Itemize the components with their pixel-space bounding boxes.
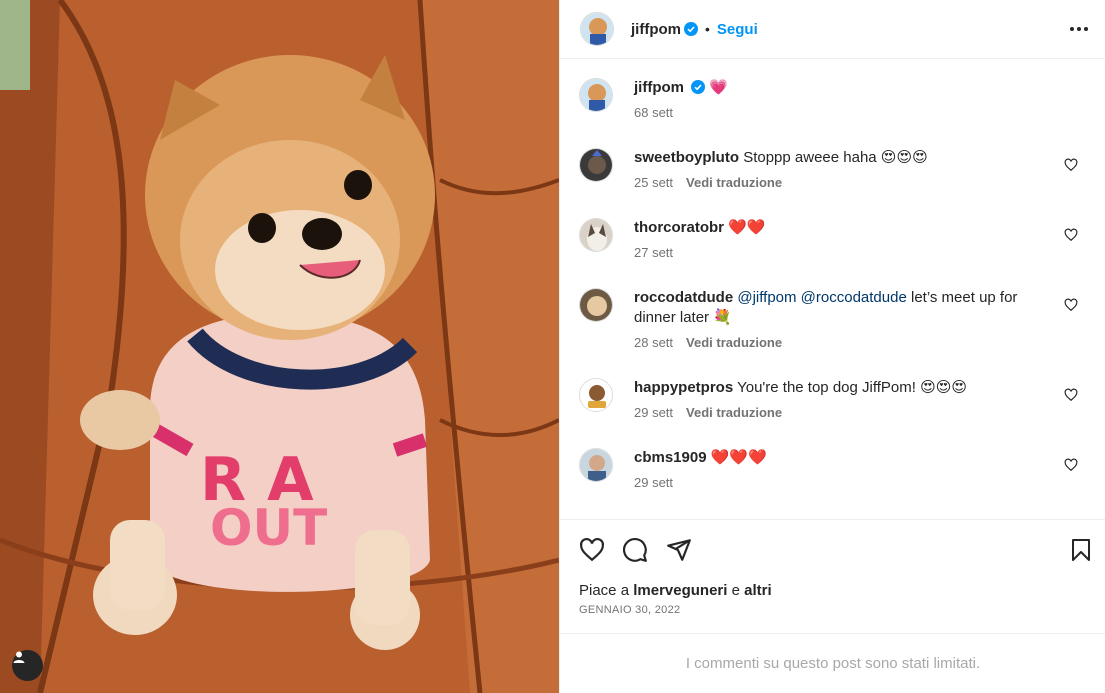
verified-icon <box>684 22 698 36</box>
comment-time[interactable]: 29 sett <box>634 405 673 420</box>
likes-prefix: Piace a <box>579 582 630 599</box>
heart-icon[interactable] <box>1064 298 1078 312</box>
comment-time[interactable]: 68 sett <box>634 105 673 120</box>
svg-text:OUT: OUT <box>210 499 327 557</box>
mention-link[interactable]: @roccodatdude <box>801 289 907 306</box>
comments-list: jiffpom 💗 68 sett sweetboypluto Stoppp a… <box>560 60 1105 518</box>
comment-text: ❤️❤️ <box>728 219 766 236</box>
heart-icon[interactable] <box>1064 228 1078 242</box>
comment-username[interactable]: cbms1909 <box>634 449 707 466</box>
liker-username[interactable]: lmerveguneri <box>633 582 727 599</box>
comment-username[interactable]: roccodatdude <box>634 289 733 306</box>
share-icon[interactable] <box>666 537 692 563</box>
post-actions: Piace a lmerveguneri e altri GENNAIO 30,… <box>560 519 1105 633</box>
comment-icon[interactable] <box>622 537 648 563</box>
avatar[interactable] <box>579 78 613 112</box>
comment-item: thorcoratobr ❤️❤️ 27 sett <box>579 218 1089 263</box>
pomeranian-photo: R A OUT <box>0 0 559 693</box>
heart-icon[interactable] <box>579 537 605 563</box>
comment-time[interactable]: 28 sett <box>634 335 673 350</box>
comment-username[interactable]: thorcoratobr <box>634 219 724 236</box>
comment-item: cbms1909 ❤️❤️❤️ 29 sett <box>579 448 1089 493</box>
post-author[interactable]: jiffpom <box>631 21 681 38</box>
more-icon[interactable] <box>1069 19 1089 39</box>
comment-time[interactable]: 29 sett <box>634 475 673 490</box>
mention-link[interactable]: @jiffpom <box>737 289 796 306</box>
comment-item: sweetboypluto Stoppp aweee haha 😍😍😍 25 s… <box>579 148 1089 193</box>
comment-item: happypetpros You're the top dog JiffPom!… <box>579 378 1089 423</box>
caption: jiffpom 💗 68 sett <box>579 78 1089 123</box>
translate-link[interactable]: Vedi traduzione <box>686 335 782 350</box>
translate-link[interactable]: Vedi traduzione <box>686 405 782 420</box>
comment-username[interactable]: happypetpros <box>634 379 733 396</box>
post-date[interactable]: GENNAIO 30, 2022 <box>579 604 680 616</box>
heart-icon[interactable] <box>1064 388 1078 402</box>
avatar[interactable] <box>580 12 614 46</box>
avatar[interactable] <box>579 448 613 482</box>
avatar[interactable] <box>579 218 613 252</box>
likes-conj: e <box>731 582 740 599</box>
comment-text: 💗 <box>709 79 729 96</box>
avatar[interactable] <box>579 288 613 322</box>
comment-item: roccodatdude @jiffpom @roccodatdude let’… <box>579 288 1089 353</box>
likes-others-link[interactable]: altri <box>744 582 772 599</box>
avatar[interactable] <box>579 148 613 182</box>
comment-text: Stoppp aweee haha 😍😍😍 <box>743 149 928 166</box>
bookmark-icon[interactable] <box>1069 537 1093 563</box>
separator-dot: • <box>705 21 710 37</box>
heart-icon[interactable] <box>1064 158 1078 172</box>
heart-icon[interactable] <box>1064 458 1078 472</box>
comment-time[interactable]: 27 sett <box>634 245 673 260</box>
comment-username[interactable]: sweetboypluto <box>634 149 739 166</box>
verified-icon <box>691 80 706 94</box>
post-panel: jiffpom • Segui jiffpom 💗 68 sett sweetb… <box>559 0 1105 693</box>
likes-summary: Piace a lmerveguneri e altri <box>579 582 772 599</box>
follow-button[interactable]: Segui <box>717 21 758 38</box>
comment-time[interactable]: 25 sett <box>634 175 673 190</box>
comment-username[interactable]: jiffpom <box>634 79 684 96</box>
post-image[interactable]: R A OUT <box>0 0 559 693</box>
avatar[interactable] <box>579 378 613 412</box>
comment-text: You're the top dog JiffPom! 😍😍😍 <box>737 379 967 396</box>
comment-text: ❤️❤️❤️ <box>710 449 767 466</box>
post-header: jiffpom • Segui <box>560 0 1105 59</box>
user-tag-icon[interactable] <box>12 650 43 681</box>
comments-limited-notice: I commenti su questo post sono stati lim… <box>560 633 1105 693</box>
translate-link[interactable]: Vedi traduzione <box>686 175 782 190</box>
